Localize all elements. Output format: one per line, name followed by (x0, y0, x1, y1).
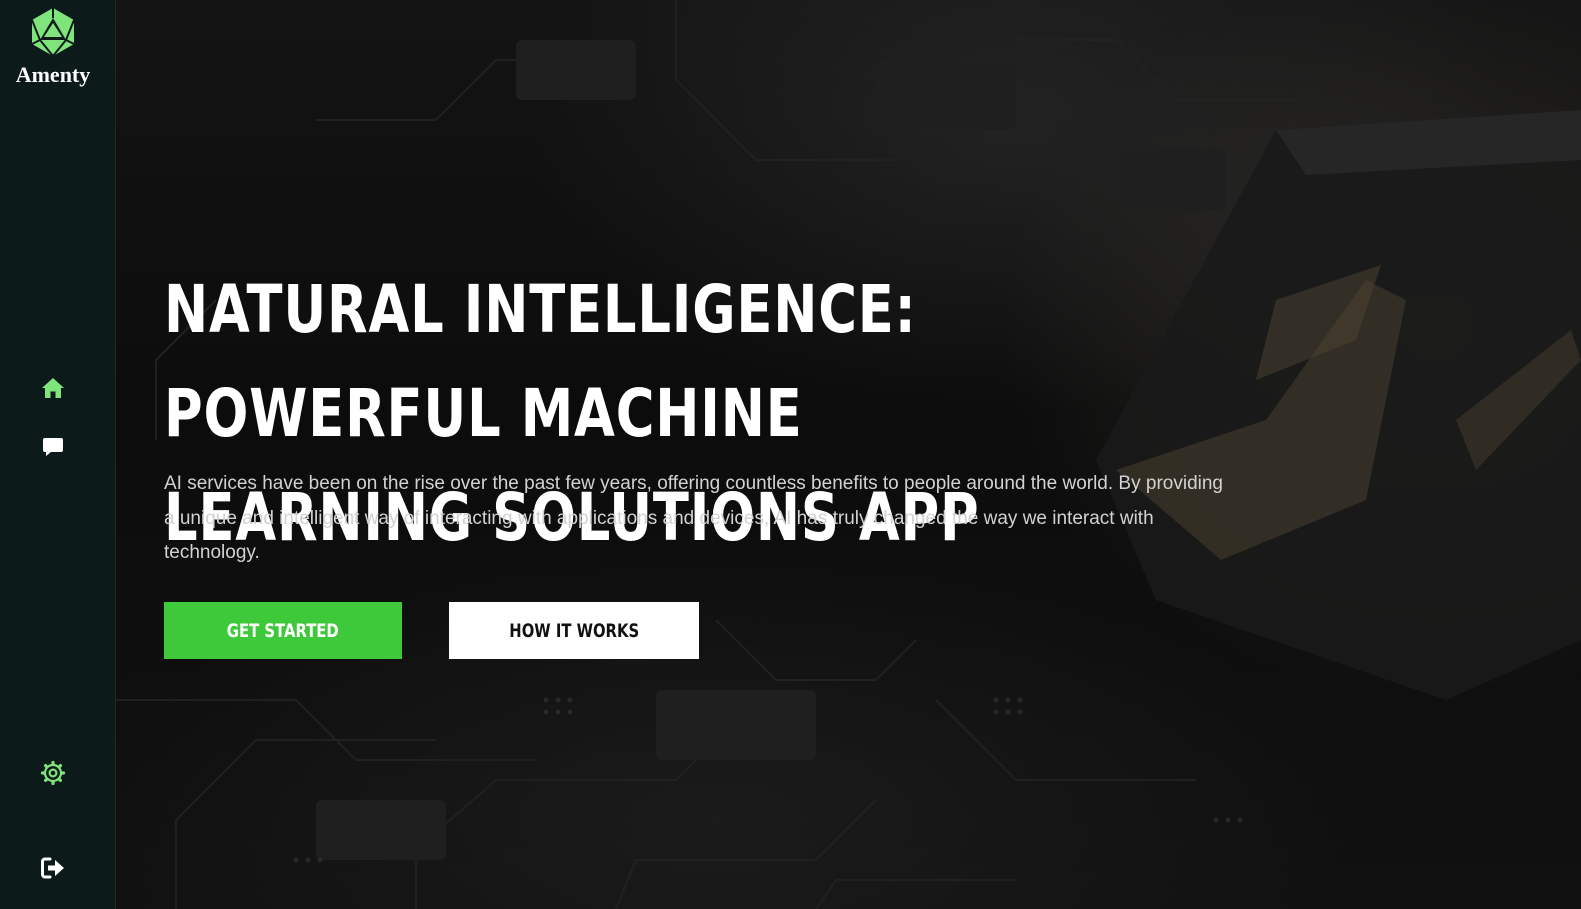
brand[interactable]: Amenty (0, 6, 106, 88)
hero-section: NATURAL INTELLIGENCE: POWERFUL MACHINE L… (116, 0, 1581, 909)
nav-messages[interactable] (39, 433, 67, 461)
nav-settings[interactable] (39, 759, 67, 787)
chat-bubble-icon (43, 438, 63, 456)
gear-icon (40, 760, 66, 786)
home-icon (42, 378, 64, 398)
brand-name: Amenty (15, 62, 91, 87)
how-it-works-button[interactable]: HOW IT WORKS (449, 602, 699, 659)
get-started-button[interactable]: GET STARTED (164, 602, 402, 659)
nav-home[interactable] (39, 374, 67, 402)
d20-dice-icon (31, 8, 75, 57)
get-started-label: GET STARTED (227, 619, 339, 642)
hero-description: AI services have been on the rise over t… (164, 473, 1223, 563)
sidebar: Amenty (0, 0, 116, 909)
logout-icon (41, 857, 64, 879)
how-it-works-label: HOW IT WORKS (509, 619, 639, 642)
nav-logout[interactable] (39, 854, 67, 882)
